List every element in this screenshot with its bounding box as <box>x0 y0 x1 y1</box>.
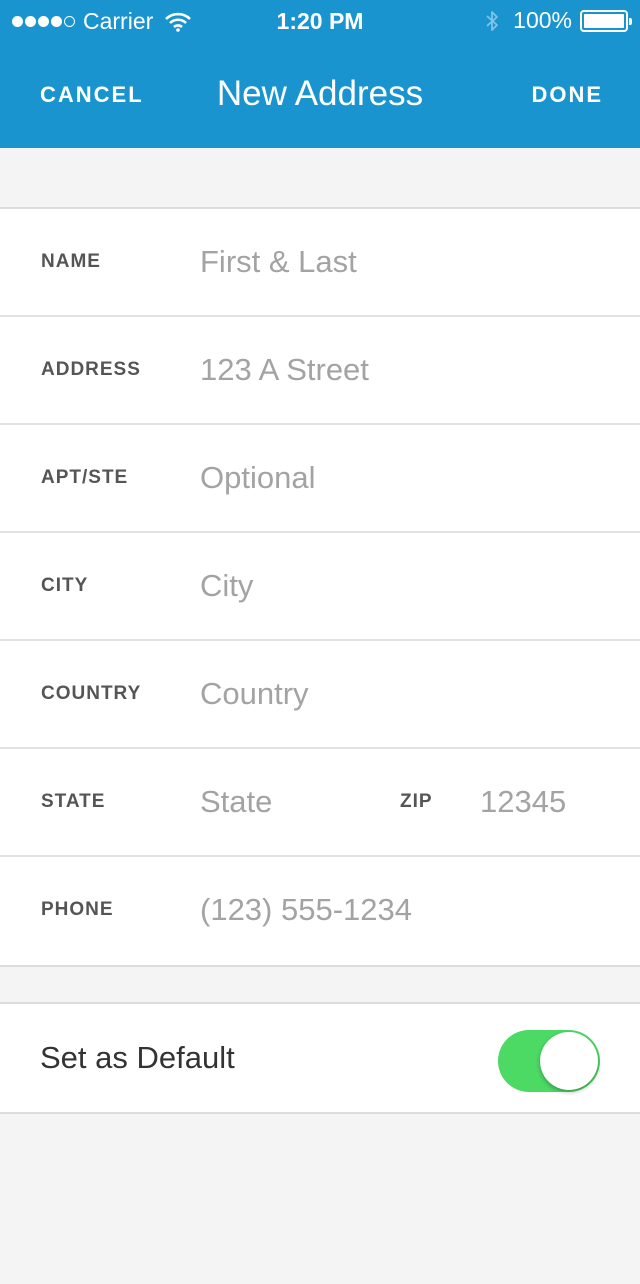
set-default-row: Set as Default <box>0 1002 640 1114</box>
set-default-toggle[interactable] <box>498 1030 600 1092</box>
phone-row: PHONE <box>0 857 640 965</box>
apt-label: APT/STE <box>41 467 129 488</box>
set-default-label: Set as Default <box>40 1040 235 1075</box>
city-row: CITY <box>0 533 640 641</box>
address-label: ADDRESS <box>41 359 141 380</box>
city-label: CITY <box>41 575 89 596</box>
name-input[interactable] <box>200 209 600 315</box>
address-row: ADDRESS <box>0 317 640 425</box>
zip-label: ZIP <box>400 791 433 812</box>
zip-input[interactable] <box>480 749 620 855</box>
country-row: COUNTRY <box>0 641 640 749</box>
phone-label: PHONE <box>41 899 114 920</box>
state-label: STATE <box>41 791 106 812</box>
address-input[interactable] <box>200 317 600 423</box>
address-form: NAME ADDRESS APT/STE CITY COUNTRY STATE … <box>0 207 640 967</box>
status-right: 100% <box>485 7 632 34</box>
country-label: COUNTRY <box>41 683 142 704</box>
apt-input[interactable] <box>200 425 600 531</box>
state-zip-row: STATE ZIP <box>0 749 640 857</box>
apt-row: APT/STE <box>0 425 640 533</box>
toggle-knob <box>540 1032 598 1090</box>
battery-icon <box>580 9 632 32</box>
name-row: NAME <box>0 209 640 317</box>
state-input[interactable] <box>200 749 380 855</box>
nav-bar: CANCEL New Address DONE <box>0 42 640 148</box>
phone-input[interactable] <box>200 857 600 963</box>
bluetooth-icon <box>486 10 499 31</box>
done-button[interactable]: DONE <box>531 82 603 108</box>
country-input[interactable] <box>200 641 600 747</box>
battery-percent: 100% <box>513 7 572 33</box>
header: Carrier 1:20 PM 100% CANCEL New Address … <box>0 0 640 148</box>
status-bar: Carrier 1:20 PM 100% <box>0 0 640 42</box>
city-input[interactable] <box>200 533 600 639</box>
name-label: NAME <box>41 251 101 272</box>
